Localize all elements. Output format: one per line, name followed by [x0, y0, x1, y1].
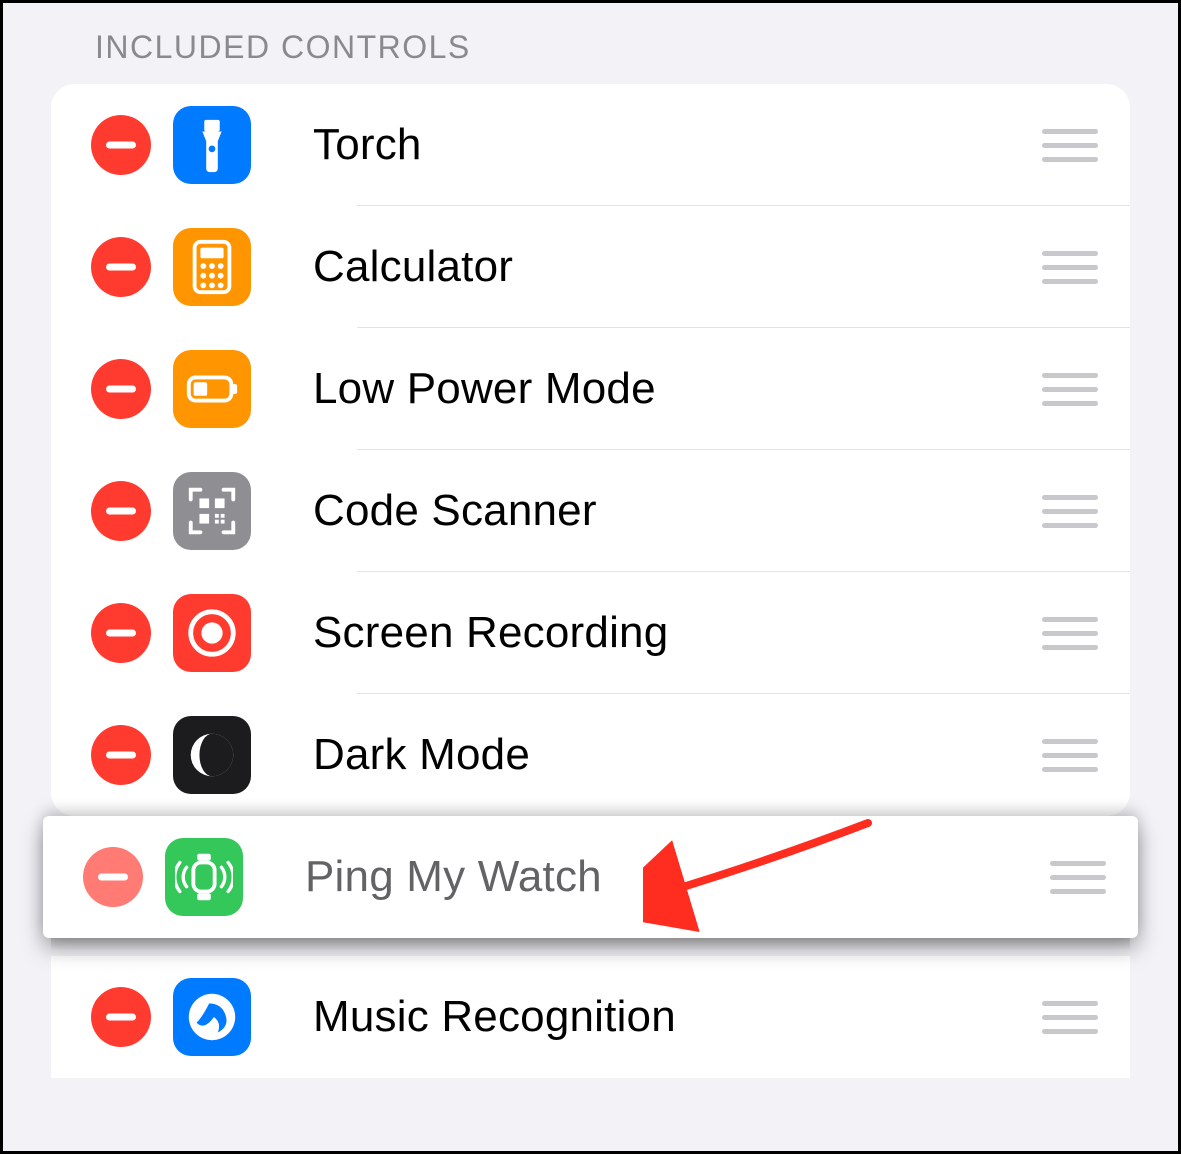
dark-mode-icon	[173, 716, 251, 794]
remove-button[interactable]	[91, 603, 151, 663]
included-controls-list-continued: Music Recognition	[51, 956, 1130, 1078]
control-row-dark-mode[interactable]: Dark Mode	[51, 694, 1130, 816]
torch-icon	[173, 106, 251, 184]
ping-my-watch-icon	[165, 838, 243, 916]
drag-handle[interactable]	[1042, 997, 1098, 1037]
control-label: Music Recognition	[313, 992, 1042, 1042]
screen-recording-icon	[173, 594, 251, 672]
control-label: Low Power Mode	[313, 364, 1042, 414]
remove-button[interactable]	[91, 481, 151, 541]
minus-icon	[91, 481, 151, 541]
control-label: Dark Mode	[313, 730, 1042, 780]
music-recognition-icon	[173, 978, 251, 1056]
minus-icon	[91, 115, 151, 175]
control-row-torch[interactable]: Torch	[51, 84, 1130, 206]
control-label: Torch	[313, 120, 1042, 170]
control-row-screen-recording[interactable]: Screen Recording	[51, 572, 1130, 694]
remove-button[interactable]	[91, 359, 151, 419]
section-header-included-controls: INCLUDED CONTROLS	[3, 3, 1178, 84]
remove-button[interactable]	[91, 725, 151, 785]
remove-button[interactable]	[91, 237, 151, 297]
remove-button[interactable]	[83, 847, 143, 907]
calculator-icon	[173, 228, 251, 306]
included-controls-list: Torch Calculator Low Power Mode Cod	[51, 84, 1130, 816]
control-label: Ping My Watch	[305, 852, 1050, 902]
remove-button[interactable]	[91, 115, 151, 175]
control-row-code-scanner[interactable]: Code Scanner	[51, 450, 1130, 572]
drag-handle[interactable]	[1050, 857, 1106, 897]
drop-gap	[51, 938, 1130, 956]
code-scanner-icon	[173, 472, 251, 550]
drag-handle[interactable]	[1042, 613, 1098, 653]
control-row-low-power-mode[interactable]: Low Power Mode	[51, 328, 1130, 450]
control-label: Calculator	[313, 242, 1042, 292]
low-power-mode-icon	[173, 350, 251, 428]
minus-icon	[83, 847, 143, 907]
minus-icon	[91, 359, 151, 419]
minus-icon	[91, 987, 151, 1047]
drag-handle[interactable]	[1042, 369, 1098, 409]
control-label: Screen Recording	[313, 608, 1042, 658]
control-row-calculator[interactable]: Calculator	[51, 206, 1130, 328]
drag-handle[interactable]	[1042, 735, 1098, 775]
drag-handle[interactable]	[1042, 247, 1098, 287]
control-row-music-recognition[interactable]: Music Recognition	[51, 956, 1130, 1078]
control-label: Code Scanner	[313, 486, 1042, 536]
drag-handle[interactable]	[1042, 491, 1098, 531]
minus-icon	[91, 603, 151, 663]
minus-icon	[91, 237, 151, 297]
control-row-ping-my-watch[interactable]: Ping My Watch	[43, 816, 1138, 938]
remove-button[interactable]	[91, 987, 151, 1047]
minus-icon	[91, 725, 151, 785]
drag-handle[interactable]	[1042, 125, 1098, 165]
